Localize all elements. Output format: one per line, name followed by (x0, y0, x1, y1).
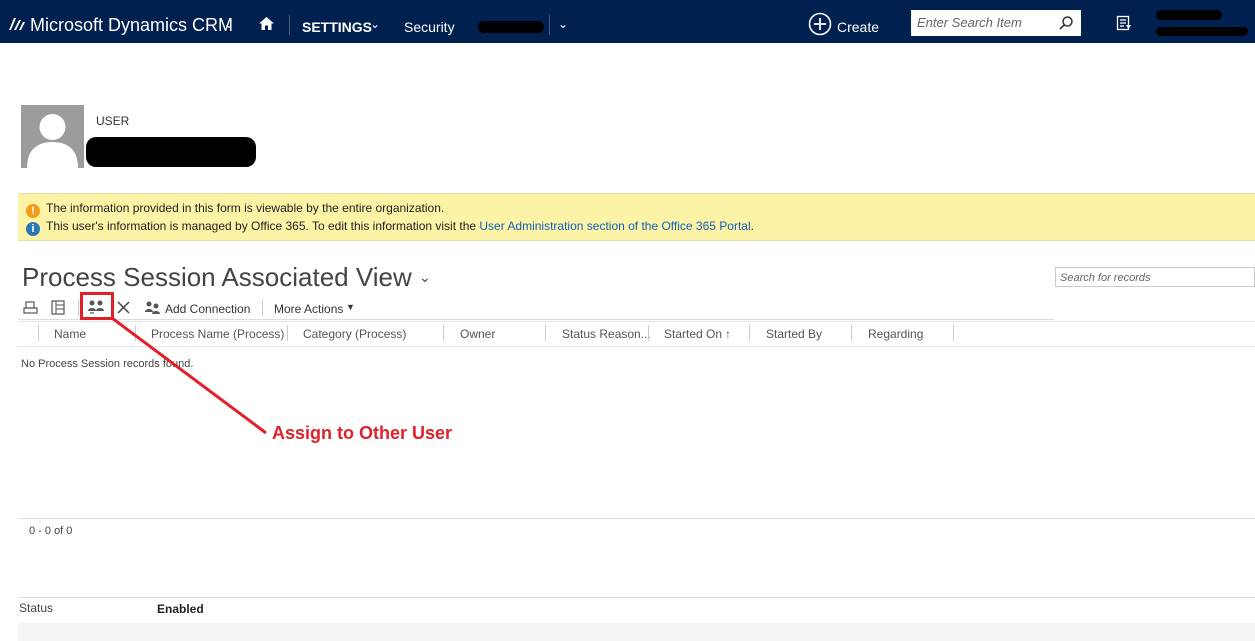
status-value: Enabled (157, 602, 204, 616)
notification-info: i This user's information is managed by O… (26, 219, 754, 236)
redacted-user-name (1156, 10, 1222, 20)
view-title[interactable]: Process Session Associated View ⌄ (22, 262, 431, 293)
print-icon[interactable] (23, 301, 38, 315)
column-header-regarding[interactable]: Regarding (868, 327, 923, 341)
more-actions-menu[interactable]: More Actions (274, 302, 343, 316)
dynamics-logo-icon (9, 18, 25, 30)
redacted-area (478, 21, 544, 33)
chevron-down-icon[interactable]: ⌄ (419, 269, 431, 285)
chevron-down-icon[interactable]: ⌄ (370, 17, 380, 31)
home-icon[interactable] (258, 16, 275, 31)
top-navigation-bar: Microsoft Dynamics CRM ⌄ SETTINGS ⌄ Secu… (0, 0, 1255, 43)
user-avatar[interactable] (21, 105, 84, 168)
settings-menu[interactable]: SETTINGS (302, 19, 372, 35)
security-breadcrumb[interactable]: Security (404, 19, 455, 35)
create-plus-icon[interactable] (808, 12, 832, 36)
redacted-record-name (86, 137, 256, 167)
connection-icon[interactable] (144, 300, 161, 315)
add-connection-button[interactable]: Add Connection (165, 302, 250, 316)
search-icon[interactable] (1058, 15, 1074, 31)
status-label: Status (19, 601, 54, 615)
notification-bar: ! The information provided in this form i… (18, 193, 1255, 241)
column-header-name[interactable]: Name (54, 327, 86, 341)
column-header-category[interactable]: Category (Process) (303, 327, 406, 341)
warning-icon: ! (26, 204, 40, 218)
caret-down-icon[interactable]: ▼ (346, 302, 355, 312)
column-header-owner[interactable]: Owner (460, 327, 495, 341)
sort-ascending-icon[interactable]: ↑ (725, 327, 731, 341)
column-header-started-by[interactable]: Started By (766, 327, 822, 341)
footer-bar (18, 623, 1255, 641)
advanced-find-icon[interactable] (1116, 15, 1132, 31)
create-button[interactable]: Create (837, 19, 879, 35)
entity-type-label: USER (96, 114, 130, 128)
empty-grid-message: No Process Session records found. (21, 358, 194, 370)
app-title[interactable]: Microsoft Dynamics CRM (30, 15, 233, 36)
column-header-process-name[interactable]: Process Name (Process) (151, 327, 284, 341)
office365-portal-link[interactable]: User Administration section of the Offic… (479, 219, 750, 233)
redacted-org-name (1156, 27, 1248, 36)
pager-count: 0 - 0 of 0 (29, 525, 73, 537)
annotation-highlight-box (80, 292, 114, 320)
chevron-down-icon[interactable]: ⌄ (558, 17, 568, 31)
column-header-status-reason[interactable]: Status Reason... (562, 327, 651, 341)
global-search-input[interactable]: Enter Search Item (911, 10, 1081, 36)
export-excel-icon[interactable] (51, 300, 65, 315)
info-icon: i (26, 222, 40, 236)
chevron-down-icon[interactable]: ⌄ (224, 17, 234, 31)
notification-warning: ! The information provided in this form i… (26, 201, 444, 218)
records-search-input[interactable]: Search for records (1055, 267, 1255, 287)
column-header-started-on[interactable]: Started On (664, 327, 722, 341)
delete-close-icon[interactable] (117, 301, 130, 314)
person-silhouette-icon (27, 114, 78, 168)
annotation-label: Assign to Other User (272, 423, 453, 443)
